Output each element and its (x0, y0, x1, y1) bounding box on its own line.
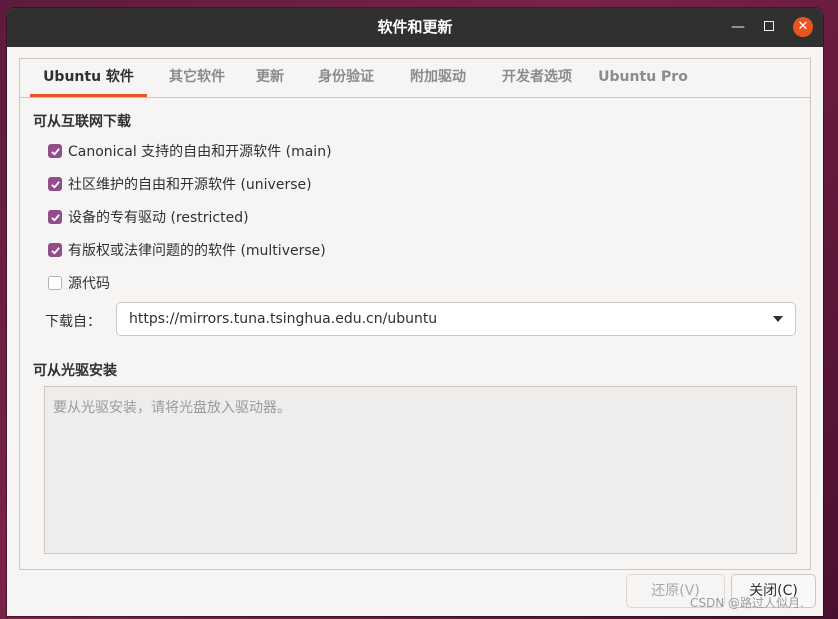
checkbox-label: 源代码 (68, 276, 110, 292)
tab-updates[interactable]: 更新 (247, 59, 293, 97)
checkbox-source-code[interactable]: 源代码 (48, 272, 110, 294)
window-title: 软件和更新 (377, 18, 453, 36)
watermark: CSDN @路过人似月. (690, 596, 804, 610)
maximize-button[interactable] (759, 17, 779, 37)
checkbox-universe[interactable]: 社区维护的自由和开源软件 (universe) (48, 173, 312, 195)
maximize-icon (764, 21, 774, 31)
cdrom-section-title: 可从光驱安装 (33, 363, 117, 379)
download-server-dropdown[interactable]: https://mirrors.tuna.tsinghua.edu.cn/ubu… (116, 302, 796, 336)
checkbox-checked-icon[interactable] (48, 144, 62, 158)
checkbox-checked-icon[interactable] (48, 177, 62, 191)
checkbox-unchecked-icon[interactable] (48, 276, 62, 290)
cdrom-placeholder: 要从光驱安装，请将光盘放入驱动器。 (53, 400, 291, 416)
close-window-button[interactable]: ✕ (793, 17, 813, 37)
checkbox-label: Canonical 支持的自由和开源软件 (main) (68, 144, 332, 160)
checkbox-label: 有版权或法律问题的的软件 (multiverse) (68, 243, 326, 259)
checkbox-multiverse[interactable]: 有版权或法律问题的的软件 (multiverse) (48, 239, 326, 261)
download-from-label: 下载自： (45, 314, 101, 330)
dropdown-arrow-icon (773, 316, 783, 322)
checkbox-restricted[interactable]: 设备的专有驱动 (restricted) (48, 206, 249, 228)
tab-other-software[interactable]: 其它软件 (159, 59, 235, 97)
tab-ubuntu-software[interactable]: Ubuntu 软件 (30, 59, 147, 97)
title-bar[interactable]: 软件和更新 — ✕ (7, 8, 823, 47)
checkbox-main[interactable]: Canonical 支持的自由和开源软件 (main) (48, 140, 332, 162)
tab-developer-options[interactable]: 开发者选项 (491, 59, 583, 97)
tab-authentication[interactable]: 身份验证 (307, 59, 385, 97)
checkbox-label: 社区维护的自由和开源软件 (universe) (68, 177, 312, 193)
tab-additional-drivers[interactable]: 附加驱动 (399, 59, 477, 97)
checkbox-checked-icon[interactable] (48, 243, 62, 257)
tab-ubuntu-pro[interactable]: Ubuntu Pro (597, 59, 689, 97)
checkbox-label: 设备的专有驱动 (restricted) (68, 210, 249, 226)
software-updates-window: 软件和更新 — ✕ Ubuntu 软件 其它软件 更新 身份验证 附加驱动 开发… (7, 8, 823, 616)
minimize-button[interactable]: — (728, 17, 748, 37)
tab-bar: Ubuntu 软件 其它软件 更新 身份验证 附加驱动 开发者选项 Ubuntu… (20, 59, 810, 98)
internet-section-title: 可从互联网下载 (33, 114, 131, 130)
cdrom-list[interactable]: 要从光驱安装，请将光盘放入驱动器。 (44, 386, 797, 554)
download-server-value: https://mirrors.tuna.tsinghua.edu.cn/ubu… (129, 311, 438, 327)
checkbox-checked-icon[interactable] (48, 210, 62, 224)
tab-panel: Ubuntu 软件 其它软件 更新 身份验证 附加驱动 开发者选项 Ubuntu… (19, 58, 811, 570)
